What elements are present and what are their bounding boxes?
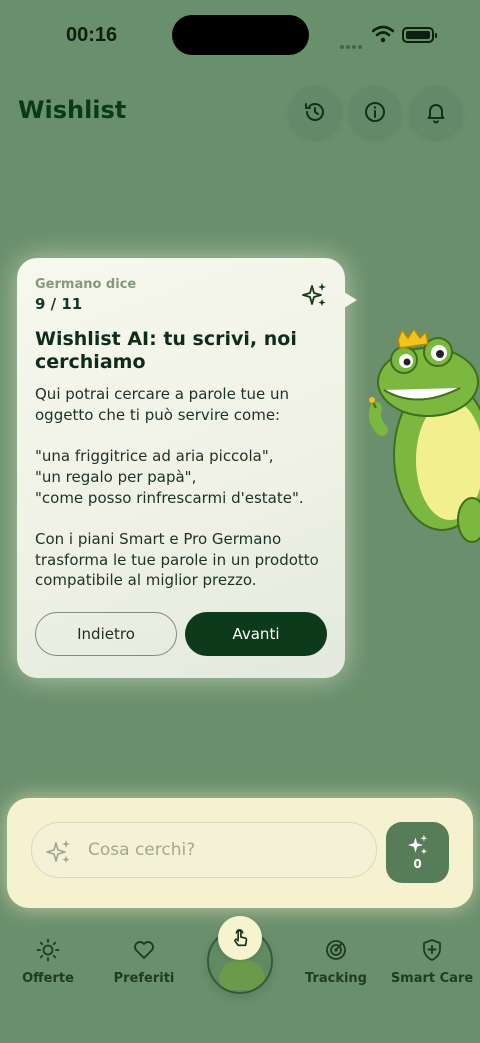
info-button[interactable] — [349, 86, 401, 138]
tab-offerte[interactable]: Offerte — [0, 938, 96, 986]
tap-finger-icon — [234, 929, 248, 947]
search-input[interactable] — [88, 833, 358, 867]
tab-label: Preferiti — [113, 971, 175, 986]
dynamic-island — [172, 15, 309, 55]
battery-icon — [402, 27, 437, 43]
status-time: 00:16 — [66, 24, 118, 46]
info-icon — [365, 102, 385, 122]
tab-smart-care[interactable]: Smart Care — [384, 938, 480, 986]
wifi-icon — [372, 25, 394, 43]
history-icon — [305, 103, 324, 121]
tooltip-pointer — [344, 292, 357, 308]
back-button[interactable]: Indietro — [35, 612, 177, 656]
search-panel: 0 — [7, 798, 473, 908]
bottom-tab-bar: Offerte Preferiti Tracking Smart Care — [0, 916, 480, 1043]
tab-label: Smart Care — [390, 971, 474, 986]
shield-plus-icon — [423, 939, 441, 961]
frog-avatar — [219, 960, 265, 990]
frog-mascot-image — [368, 330, 480, 543]
bell-icon — [427, 104, 445, 124]
ai-search-button[interactable]: 0 — [386, 822, 449, 883]
radar-icon — [326, 940, 346, 960]
tooltip-body: Qui potrai cercare a parole tue un ogget… — [35, 385, 319, 590]
next-button[interactable]: Avanti — [185, 612, 327, 656]
sparkle-icon — [302, 283, 326, 306]
tap-hint-bubble — [218, 916, 262, 960]
tab-preferiti[interactable]: Preferiti — [96, 938, 192, 986]
onboarding-tooltip: Germano dice 9 / 11 Wishlist AI: tu scri… — [17, 258, 345, 678]
search-field[interactable] — [31, 822, 377, 878]
history-button[interactable] — [289, 86, 341, 138]
heart-icon — [134, 941, 154, 959]
page-title: Wishlist — [18, 96, 127, 124]
signal-icon — [340, 34, 364, 53]
tab-label: Offerte — [22, 971, 74, 986]
sun-icon — [36, 938, 60, 962]
notifications-button[interactable] — [410, 86, 462, 138]
sparkle-icon — [46, 840, 70, 863]
tooltip-kicker: Germano dice — [35, 277, 137, 292]
sparkle-icon — [407, 834, 427, 855]
tooltip-title: Wishlist AI: tu scrivi, noi cerchiamo — [35, 328, 297, 373]
status-bar: 00:16 — [0, 0, 480, 70]
ai-credit-count: 0 — [413, 857, 422, 871]
tab-tracking[interactable]: Tracking — [288, 938, 384, 986]
tab-label: Tracking — [305, 971, 367, 986]
tooltip-step-counter: 9 / 11 — [35, 295, 83, 313]
